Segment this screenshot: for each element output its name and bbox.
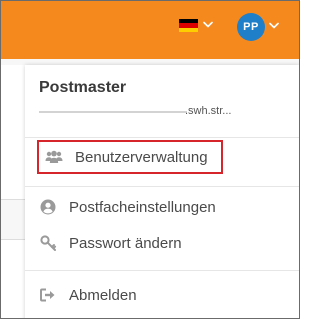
menu-item-label: Benutzerverwaltung	[75, 148, 208, 166]
menu-item-benutzerverwaltung[interactable]: Benutzerverwaltung	[37, 140, 223, 174]
divider	[25, 270, 299, 271]
email-address: .swh.str...	[39, 105, 299, 118]
chevron-down-icon	[269, 22, 279, 29]
username: Postmaster	[39, 79, 127, 96]
key-icon	[39, 234, 57, 252]
background-panel	[1, 65, 26, 200]
chevron-down-icon	[203, 21, 213, 28]
avatar: PP	[237, 13, 265, 41]
menu-item-passwort-aendern[interactable]: Passwort ändern	[39, 228, 182, 258]
menu-item-label: Passwort ändern	[69, 234, 182, 252]
language-selector[interactable]	[177, 16, 217, 38]
redacted-email-mask	[39, 111, 187, 113]
user-circle-icon	[39, 198, 57, 216]
background-panel	[1, 239, 26, 318]
menu-item-postfacheinstellungen[interactable]: Postfacheinstellungen	[39, 192, 216, 222]
top-bar: PP	[1, 1, 299, 59]
app-frame: PP Postmaster .swh.str... Benutzerverwal…	[0, 0, 300, 319]
menu-header: Postmaster .swh.str...	[39, 79, 299, 118]
divider	[25, 137, 299, 138]
sign-out-icon	[39, 286, 57, 304]
users-icon	[45, 148, 63, 166]
menu-item-label: Abmelden	[69, 286, 137, 304]
email-domain: .swh.str...	[185, 105, 232, 117]
user-menu-toggle[interactable]: PP	[235, 13, 285, 45]
menu-item-label: Postfacheinstellungen	[69, 198, 216, 216]
user-dropdown-menu: Postmaster .swh.str... Benutzerverwaltun…	[25, 65, 299, 318]
german-flag-icon	[179, 19, 198, 32]
divider	[25, 186, 299, 187]
menu-item-abmelden[interactable]: Abmelden	[39, 280, 137, 310]
